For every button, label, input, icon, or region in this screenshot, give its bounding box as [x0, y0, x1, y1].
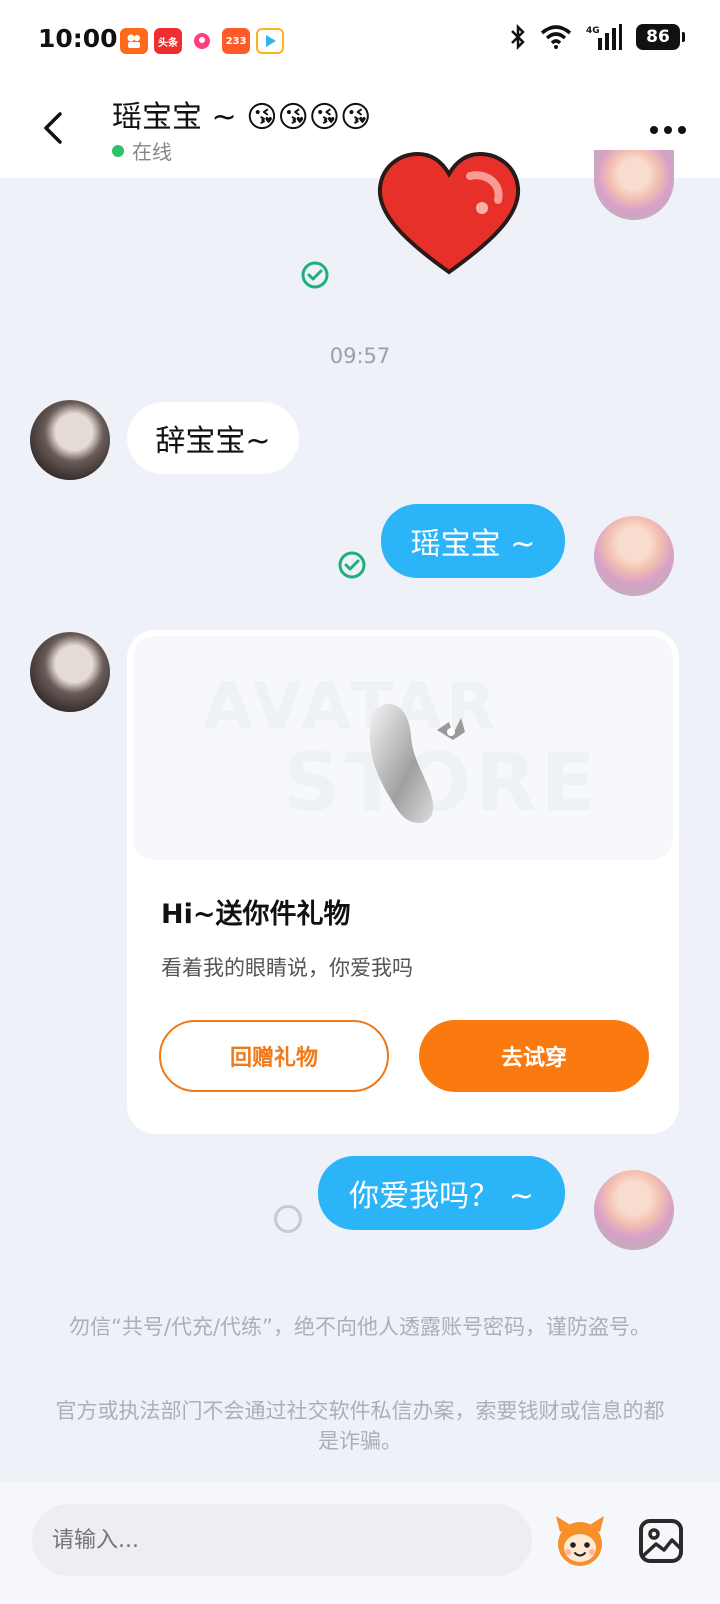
toutiao-app-icon: 头条 — [154, 28, 182, 54]
return-gift-button[interactable]: 回赠礼物 — [159, 1020, 389, 1092]
my-avatar[interactable] — [594, 516, 674, 596]
message-bubble-sent[interactable]: 瑶宝宝 ~ — [381, 504, 565, 578]
gift-card[interactable]: AVATAR STORE Hi~送你件礼物 看着我的眼睛说，你爱我吗 回赠礼物 … — [127, 630, 679, 1134]
dot-icon — [664, 126, 672, 134]
tail-accessory-icon — [369, 704, 465, 824]
sent-check-icon — [338, 551, 366, 579]
online-status-label: 在线 — [132, 140, 172, 164]
message-bubble-sent[interactable]: 你爱我吗？ ~ — [318, 1156, 565, 1230]
contact-avatar[interactable] — [30, 400, 110, 480]
try-on-button[interactable]: 去试穿 — [419, 1020, 649, 1092]
network-type-label: 4G — [586, 26, 600, 36]
contact-avatar[interactable] — [30, 632, 110, 712]
chat-timestamp: 09:57 — [329, 344, 391, 368]
dot-icon — [678, 126, 686, 134]
notification-app-icons: 头条 233 — [120, 28, 284, 54]
message-input[interactable] — [32, 1504, 532, 1576]
cellular-signal-icon: 4G — [586, 24, 622, 50]
battery-indicator: 86 — [636, 24, 685, 50]
bluetooth-icon — [511, 24, 525, 50]
input-bar — [0, 1482, 720, 1604]
dot-icon — [650, 126, 658, 134]
wifi-icon — [540, 25, 572, 49]
sending-pending-icon — [274, 1205, 302, 1233]
security-notice: 勿信“共号/代充/代练”，绝不向他人透露账号密码，谨防盗号。 — [69, 1315, 651, 1339]
online-status: 在线 — [112, 136, 172, 165]
contact-name: 瑶宝宝 ~ 😘😘😘😘 — [112, 100, 372, 135]
more-options-button[interactable] — [646, 110, 690, 150]
online-dot-icon — [112, 144, 124, 157]
pink-app-icon — [188, 28, 216, 54]
my-avatar[interactable] — [594, 1170, 674, 1250]
message-bubble-received[interactable]: 辞宝宝~ — [127, 402, 299, 474]
status-bar: 10:00 头条 233 4G 86 — [0, 0, 720, 80]
my-avatar[interactable] — [594, 150, 674, 220]
gift-card-title: Hi~送你件礼物 — [161, 899, 351, 930]
video-app-icon — [256, 28, 284, 54]
back-button[interactable] — [32, 106, 76, 150]
fraud-warning-notice: 官方或执法部门不会通过社交软件私信办案，索要钱财或信息的都是诈骗。 — [55, 1399, 665, 1453]
status-indicators: 4G 86 — [510, 24, 685, 50]
sticker-mascot-button[interactable] — [552, 1512, 608, 1568]
gift-image: AVATAR STORE — [133, 636, 673, 860]
233-app-icon: 233 — [222, 28, 250, 54]
image-picker-icon[interactable] — [636, 1516, 686, 1566]
gift-card-subtitle: 看着我的眼睛说，你爱我吗 — [161, 956, 413, 980]
kuaishou-app-icon — [120, 28, 148, 54]
heart-sticker — [377, 151, 521, 275]
sent-check-icon — [301, 261, 329, 289]
status-time: 10:00 — [38, 24, 118, 53]
